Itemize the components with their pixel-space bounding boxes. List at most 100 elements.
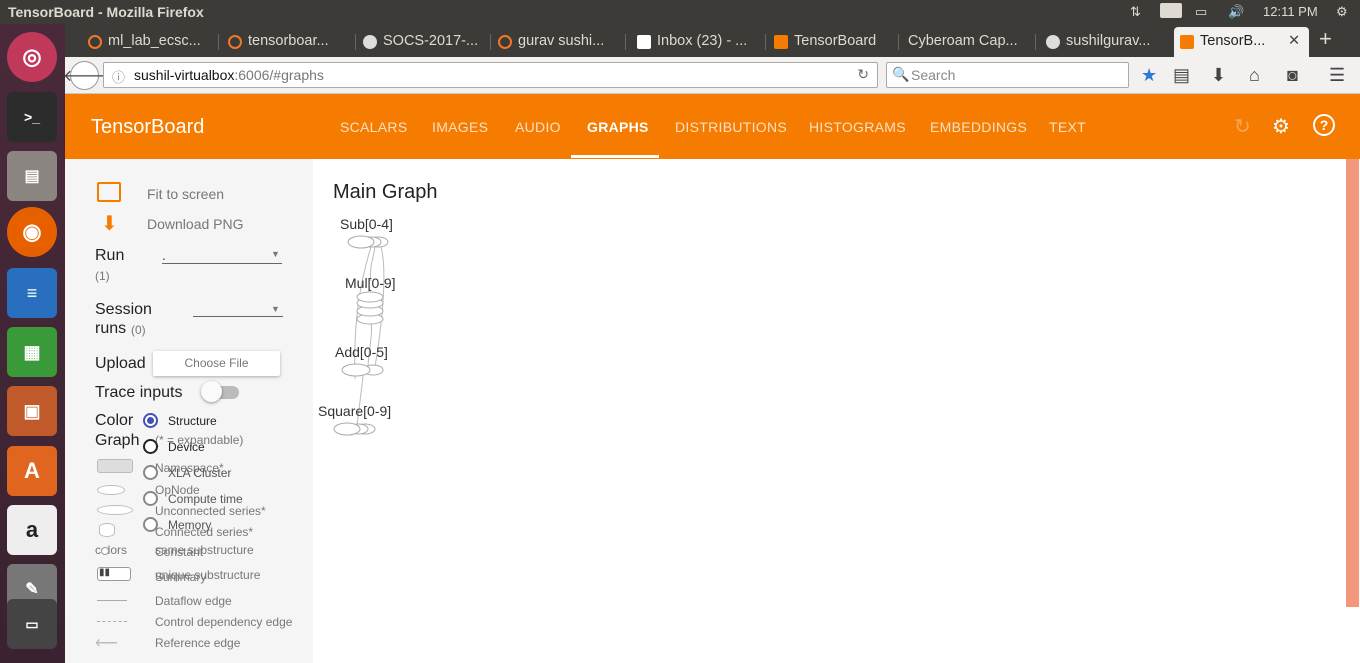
graph-label: Graph (95, 432, 140, 449)
node-mul (356, 291, 384, 325)
page-scrollbar-thumb[interactable] (1346, 159, 1359, 607)
tab-images[interactable]: IMAGES (432, 119, 488, 135)
downloads-icon[interactable]: ⬇ (1211, 65, 1226, 86)
url-bar[interactable]: ⓘ sushil-virtualbox:6006/#graphs ↻ (103, 62, 878, 88)
choose-file-button[interactable]: Choose File (153, 351, 280, 376)
libreoffice-writer-icon[interactable]: ≡ (7, 268, 57, 318)
graph-canvas[interactable]: Main Graph Sub[0-4] Mul[0-9] Add[0-5] Sq… (313, 159, 1345, 663)
tab-embeddings[interactable]: EMBEDDINGS (930, 119, 1027, 135)
constant-shape-icon (101, 547, 109, 555)
color-device-radio[interactable] (143, 439, 158, 454)
trace-inputs-toggle-knob[interactable] (201, 381, 222, 402)
session-label: Session (95, 301, 152, 318)
firefox-icon[interactable]: ◉ (7, 207, 57, 257)
color-structure-radio[interactable] (143, 413, 158, 428)
software-center-icon[interactable]: A (7, 446, 57, 496)
opnode-shape-icon (97, 485, 125, 495)
reference-edge-icon: ⟵ (95, 635, 118, 652)
keyboard-layout-indicator[interactable]: En (1160, 3, 1182, 18)
color-structure-label[interactable]: Structure (168, 414, 217, 428)
tab-cyberoam[interactable]: Cyberoam Cap... (882, 27, 1022, 57)
color-device-label[interactable]: Device (168, 440, 205, 454)
fit-to-screen-icon[interactable] (97, 182, 121, 202)
libreoffice-impress-icon[interactable]: ▣ (7, 386, 57, 436)
color-compute-time-label[interactable]: Compute time (168, 492, 243, 506)
reading-list-icon[interactable]: ▤ (1173, 65, 1190, 86)
tab-gurav-sushil[interactable]: gurav sushi... (492, 27, 622, 57)
tab-ml-lab[interactable]: ml_lab_ecsc... (82, 27, 212, 57)
color-memory-label[interactable]: Memory (168, 518, 211, 532)
color-memory-radio[interactable] (143, 517, 158, 532)
search-input[interactable]: 🔍 Search (886, 62, 1129, 88)
node-mul-label[interactable]: Mul[0-9] (345, 275, 396, 291)
dataflow-edge-icon (97, 600, 127, 601)
tab-socs[interactable]: SOCS-2017-... (357, 27, 487, 57)
session-dropdown[interactable] (193, 316, 283, 317)
amazon-icon[interactable]: a (7, 505, 57, 555)
tab-scalars[interactable]: SCALARS (340, 119, 407, 135)
session-dropdown-arrow-icon[interactable]: ▼ (271, 304, 280, 314)
run-dropdown-arrow-icon[interactable]: ▼ (271, 249, 280, 259)
run-dropdown-value[interactable]: . (162, 247, 166, 263)
battery-icon[interactable]: ▭ (1195, 4, 1207, 20)
control-dependency-edge-icon (97, 621, 127, 622)
legend-same-substructure: same substructure (155, 543, 254, 557)
node-add-label[interactable]: Add[0-5] (335, 344, 388, 360)
libreoffice-calc-icon[interactable]: ▦ (7, 327, 57, 377)
tensorboard-header: TensorBoard SCALARS IMAGES AUDIO GRAPHS … (65, 94, 1360, 159)
graph-controls-sidebar: Fit to screen ⬇ Download PNG Run (1) . ▼… (65, 159, 313, 663)
legend-reference: Reference edge (155, 636, 241, 650)
reload-icon[interactable]: ↻ (857, 66, 869, 83)
color-label: Color (95, 412, 134, 429)
jupyter-icon (88, 35, 102, 49)
download-png-button[interactable]: Download PNG (147, 216, 244, 232)
legend-control: Control dependency edge (155, 615, 293, 629)
menu-icon[interactable]: ☰ (1329, 65, 1345, 86)
tab-tensorboard-active[interactable]: TensorB... ✕ (1174, 27, 1309, 57)
tab-graphs[interactable]: GRAPHS (587, 119, 649, 135)
tab-inbox[interactable]: Inbox (23) - ... (631, 27, 761, 57)
color-compute-time-radio[interactable] (143, 491, 158, 506)
close-tab-icon[interactable]: ✕ (1288, 33, 1300, 49)
os-top-bar: TensorBoard - Mozilla Firefox ⇅ En ▭ 🔊 1… (0, 0, 1360, 24)
new-tab-icon[interactable]: + (1319, 26, 1332, 52)
tab-tensorboard-notebook[interactable]: tensorboar... (222, 27, 352, 57)
color-xla-cluster-label[interactable]: XLA Cluster (168, 466, 231, 480)
pocket-icon[interactable]: ◙ (1287, 65, 1298, 86)
node-square-label[interactable]: Square[0-9] (318, 403, 391, 419)
terminal-icon[interactable]: >_ (7, 92, 57, 142)
tab-text[interactable]: TEXT (1049, 119, 1086, 135)
app-title: TensorBoard (91, 116, 205, 138)
gmail-icon (637, 35, 651, 49)
upload-label: Upload (95, 355, 146, 372)
back-button[interactable]: 🡐 (63, 61, 106, 90)
node-sub-label[interactable]: Sub[0-4] (340, 216, 393, 232)
tab-tensorboard[interactable]: TensorBoard (768, 27, 898, 57)
download-icon[interactable]: ⬇ (101, 211, 118, 236)
bookmark-star-icon[interactable]: ★ (1141, 65, 1157, 86)
volume-icon[interactable]: 🔊 (1228, 4, 1244, 20)
node-sub (347, 235, 389, 249)
tab-distributions[interactable]: DISTRIBUTIONS (675, 119, 787, 135)
tab-histograms[interactable]: HISTOGRAMS (809, 119, 906, 135)
tab-audio[interactable]: AUDIO (515, 119, 561, 135)
terminal-window-icon[interactable]: ▭ (7, 599, 57, 649)
power-gear-icon[interactable]: ⚙ (1336, 4, 1348, 20)
settings-gear-icon[interactable]: ⚙ (1272, 114, 1290, 139)
clock[interactable]: 12:11 PM (1263, 4, 1318, 19)
fit-to-screen-button[interactable]: Fit to screen (147, 186, 224, 202)
color-xla-cluster-radio[interactable] (143, 465, 158, 480)
info-icon[interactable]: ⓘ (112, 67, 125, 86)
run-dropdown[interactable] (162, 263, 282, 264)
tab-sushilgurav[interactable]: sushilgurav... (1040, 27, 1170, 57)
node-add (341, 363, 384, 377)
file-manager-icon[interactable]: ▤ (7, 151, 57, 201)
reload-icon[interactable]: ↻ (1234, 114, 1251, 139)
help-icon[interactable]: ? (1313, 114, 1335, 136)
github-icon (1046, 35, 1060, 49)
unconnected-series-icon (97, 505, 133, 515)
home-icon[interactable]: ⌂ (1249, 65, 1260, 86)
network-icon[interactable]: ⇅ (1130, 4, 1141, 20)
tensorboard-icon (1180, 35, 1194, 49)
ubuntu-dash-icon[interactable]: ◎ (7, 32, 57, 82)
